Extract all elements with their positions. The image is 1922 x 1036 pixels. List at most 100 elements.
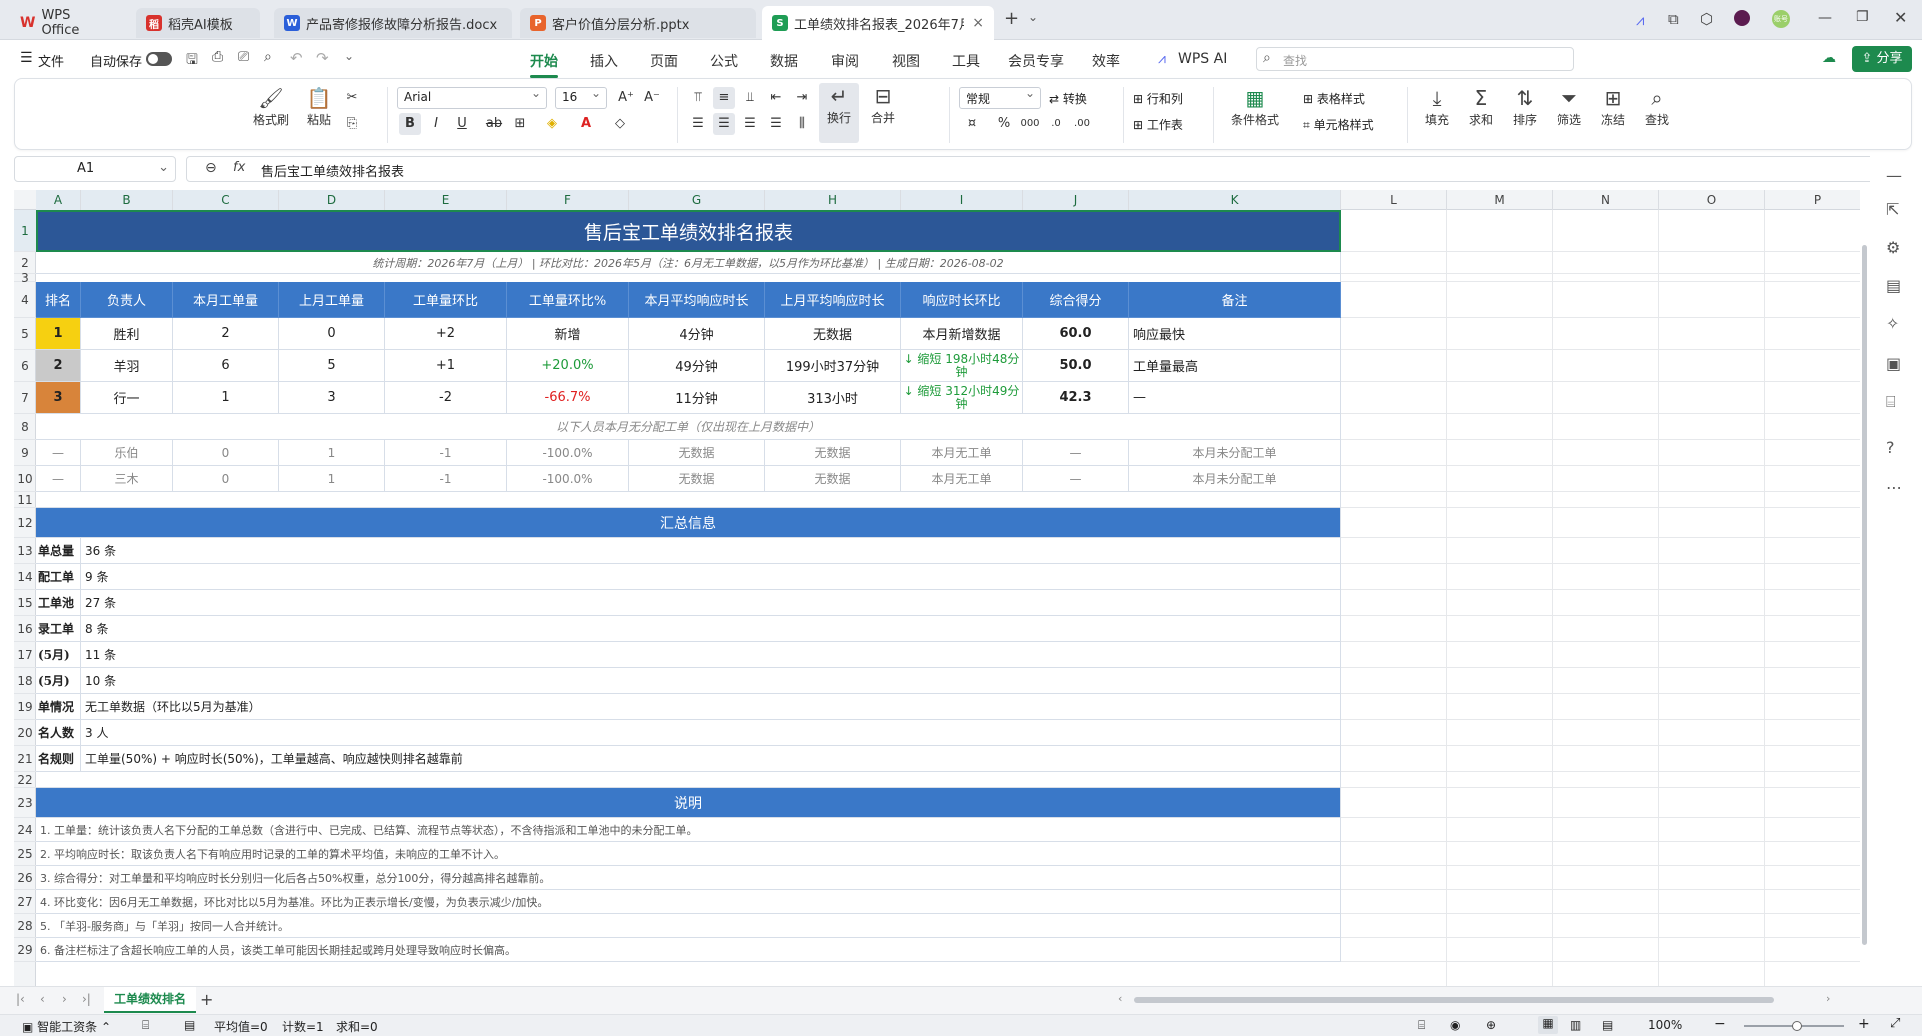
table-header-cell[interactable]: 上月工单量 <box>279 282 385 318</box>
ranked-row-3-prev_avg[interactable]: 313小时 <box>765 382 901 414</box>
summary-value[interactable]: 8 条 <box>81 616 1341 642</box>
share-button[interactable]: ⇪ 分享 <box>1852 46 1912 72</box>
menu-efficiency[interactable]: 效率 <box>1092 51 1120 71</box>
note-line[interactable]: 2. 平均响应时长：取该负责人名下有响应用时记录的工单的算术平均值，未响应的工单… <box>36 842 1341 866</box>
bold-button[interactable]: B <box>399 113 421 135</box>
increase-decimal-icon[interactable]: .0 <box>1045 113 1067 135</box>
user-badge-icon[interactable] <box>1734 10 1750 26</box>
summary-label[interactable]: (5月) <box>36 642 81 668</box>
menu-home[interactable]: 开始 <box>530 51 558 78</box>
tab-list-chevron-icon[interactable]: ⌄ <box>1028 10 1038 24</box>
paste-button[interactable]: 📋 粘贴 <box>297 85 341 128</box>
spreadsheet-grid[interactable]: ABCDEFGHIJKLMNOP 1 2 3 4 5 6 7 8 9 10 11 12 13 14 15 16… <box>14 190 1860 986</box>
row-header-27[interactable]: 27 <box>14 890 36 914</box>
table-header-cell[interactable]: 工单量环比 <box>385 282 507 318</box>
ranked-row-1-pct[interactable]: 新增 <box>507 318 629 350</box>
formula-input[interactable]: ⊖ fx 售后宝工单绩效排名报表 ⤢ <box>186 156 1900 182</box>
align-bottom-icon[interactable]: ⫫ <box>739 87 761 109</box>
unassigned-row-1-diff[interactable]: -1 <box>385 440 507 466</box>
zoom-slider[interactable] <box>1744 1021 1844 1031</box>
column-header-b[interactable]: B <box>81 190 173 210</box>
note-line[interactable]: 6. 备注栏标注了含超长响应工单的人员，该类工单可能因长期挂起或跨月处理导致响应… <box>36 938 1341 962</box>
zoom-formula-icon[interactable]: ⊖ <box>205 160 217 176</box>
first-sheet-icon[interactable]: |‹ <box>16 992 25 1006</box>
fx-icon[interactable]: fx <box>233 160 245 175</box>
row-header-3[interactable]: 3 <box>14 272 36 284</box>
row-header-5[interactable]: 5 <box>14 318 36 350</box>
summary-label[interactable]: (5月) <box>36 668 81 694</box>
collapse-panel-icon[interactable]: — <box>1886 166 1902 185</box>
increase-font-icon[interactable]: A⁺ <box>615 87 637 109</box>
sort-button[interactable]: ⇅ 排序 <box>1505 85 1545 128</box>
unassigned-row-2-name[interactable]: 三木 <box>81 466 173 492</box>
strikethrough-button[interactable]: ab <box>483 113 505 135</box>
column-header-h[interactable]: H <box>765 190 901 210</box>
menu-formula[interactable]: 公式 <box>710 51 738 71</box>
ranked-row-1-note[interactable]: 响应最快 <box>1129 318 1341 350</box>
next-sheet-icon[interactable]: › <box>62 992 67 1006</box>
row-header-13[interactable]: 13 <box>14 538 36 564</box>
unassigned-row-2-pct[interactable]: -100.0% <box>507 466 629 492</box>
unassigned-row-2-score[interactable]: — <box>1023 466 1129 492</box>
indent-increase-icon[interactable]: ⇥ <box>791 87 813 109</box>
ranked-row-3-resp[interactable]: ↓ 缩短 312小时49分钟 <box>901 382 1023 414</box>
table-header-cell[interactable]: 备注 <box>1129 282 1341 318</box>
cross-highlight-icon[interactable]: ⊕ <box>1486 1018 1496 1032</box>
fullscreen-icon[interactable]: ⤢ <box>1890 1016 1900 1031</box>
row-header-10[interactable]: 10 <box>14 466 36 492</box>
ranked-row-2-cur[interactable]: 6 <box>173 350 279 382</box>
cloud-sync-icon[interactable]: ☁ <box>1822 50 1836 66</box>
add-sheet-button[interactable]: + <box>200 990 213 1009</box>
convert-button[interactable]: ⇄ 转换 <box>1049 90 1087 107</box>
normal-view-icon[interactable]: ▦ <box>1538 1016 1558 1034</box>
row-header-29[interactable]: 29 <box>14 938 36 962</box>
ranked-row-3-prev[interactable]: 3 <box>279 382 385 414</box>
ranked-row-2-resp[interactable]: ↓ 缩短 198小时48分钟 <box>901 350 1023 382</box>
row-header-19[interactable]: 19 <box>14 694 36 720</box>
unassigned-row-1-prev_avg[interactable]: 无数据 <box>765 440 901 466</box>
ranked-row-2-rank[interactable]: 2 <box>36 350 81 382</box>
hamburger-icon[interactable]: ☰ <box>20 50 33 66</box>
table-panel-icon[interactable]: ▤ <box>1886 276 1901 295</box>
italic-button[interactable]: I <box>425 113 447 135</box>
row-header-23[interactable]: 23 <box>14 788 36 818</box>
table-header-cell[interactable]: 本月平均响应时长 <box>629 282 765 318</box>
row-header-9[interactable]: 9 <box>14 440 36 466</box>
align-top-icon[interactable]: ⫪ <box>687 87 709 109</box>
column-header-p[interactable]: P <box>1765 190 1860 210</box>
row-header-4[interactable]: 4 <box>14 282 36 318</box>
vertical-scrollbar[interactable] <box>1858 205 1870 985</box>
justify-icon[interactable]: ☰ <box>765 113 787 135</box>
tab-pptx[interactable]: P 客户价值分层分析.pptx <box>520 8 756 38</box>
summary-label[interactable]: 名规则 <box>36 746 81 772</box>
summary-value[interactable]: 无工单数据（环比以5月为基准） <box>81 694 1341 720</box>
row-header-21[interactable]: 21 <box>14 746 36 772</box>
menu-wps-ai[interactable]: WPS AI <box>1178 51 1227 67</box>
quick-access-chevron-icon[interactable]: ⌄ <box>344 49 354 63</box>
unassigned-row-1-score[interactable]: — <box>1023 440 1129 466</box>
help-icon[interactable]: ? <box>1886 438 1895 457</box>
row-header-6[interactable]: 6 <box>14 350 36 382</box>
distribute-icon[interactable]: ⫼ <box>791 113 813 135</box>
summary-value[interactable]: 工单量(50%) + 响应时长(50%)，工单量越高、响应越快则排名越靠前 <box>81 746 1341 772</box>
summary-label[interactable]: 工单池 <box>36 590 81 616</box>
window-tile-icon[interactable]: ⧉ <box>1668 10 1679 28</box>
ranked-row-3-score[interactable]: 42.3 <box>1023 382 1129 414</box>
review-icon[interactable]: ⌸ <box>1886 392 1896 412</box>
row-header-16[interactable]: 16 <box>14 616 36 642</box>
summary-section-title[interactable]: 汇总信息 <box>36 508 1341 538</box>
protect-icon[interactable]: ⌸ <box>1418 1018 1425 1033</box>
tab-docx[interactable]: W 产品寄修报修故障分析报告.docx <box>274 8 512 38</box>
ranked-row-2-name[interactable]: 羊羽 <box>81 350 173 382</box>
ranked-row-2-prev_avg[interactable]: 199小时37分钟 <box>765 350 901 382</box>
last-sheet-icon[interactable]: ›| <box>82 992 91 1006</box>
row-header-18[interactable]: 18 <box>14 668 36 694</box>
settings-sliders-icon[interactable]: ⚙ <box>1886 238 1900 257</box>
format-painter-button[interactable]: 🖌 格式刷 <box>249 85 293 128</box>
table-header-cell[interactable]: 响应时长环比 <box>901 282 1023 318</box>
worksheet-button[interactable]: ⊞ 工作表 <box>1133 116 1183 133</box>
select-cursor-icon[interactable]: ⇱ <box>1886 200 1899 219</box>
ranked-row-2-note[interactable]: 工单量最高 <box>1129 350 1341 382</box>
autosave-toggle[interactable] <box>146 52 172 66</box>
fill-button[interactable]: ⤓ 填充 <box>1417 85 1457 128</box>
